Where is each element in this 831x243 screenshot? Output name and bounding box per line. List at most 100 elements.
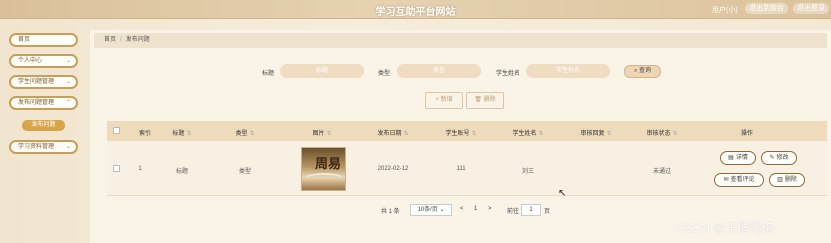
current-page-number[interactable]: 1 bbox=[474, 206, 477, 212]
plus-icon: + bbox=[435, 97, 439, 103]
search-icon: ⌕ bbox=[633, 68, 638, 74]
student-filter-label: 学生姓名 bbox=[496, 71, 521, 77]
sidebar-item-personal-center[interactable]: 个人中心 ⌄ bbox=[9, 54, 78, 68]
edit-icon: ✎ bbox=[769, 155, 775, 161]
sort-icon: ⇅ bbox=[606, 131, 612, 137]
breadcrumb: 首页 / 发布问题 bbox=[94, 33, 827, 48]
site-title: 学习互助平台网站 bbox=[375, 7, 456, 18]
edit-button[interactable]: ✎ 修改 bbox=[761, 151, 797, 165]
sidebar: 首页 个人中心 ⌄ 学生问题管理 ⌄ 发布问题管理 ⌃ 发布问题 学习资料管理 … bbox=[0, 19, 86, 243]
column-header-label: 图片 bbox=[312, 131, 325, 137]
page-size-select[interactable]: 10条/页 ⌄ bbox=[410, 204, 452, 216]
row-delete-button[interactable]: ▥ 删除 bbox=[769, 173, 805, 187]
top-bar: 学习互助平台网站 用户(小) 退出到前台 退出登录 bbox=[0, 0, 831, 19]
chevron-down-icon: ⌄ bbox=[439, 207, 445, 213]
table-row: 1 标题 类型 周易 2022-02-12 111 刘三 未通过 ▤ 详情 ✎ 修改… bbox=[107, 141, 827, 196]
sidebar-item-student-questions[interactable]: 学生问题管理 ⌄ bbox=[9, 75, 78, 89]
cell-status: 未通过 bbox=[652, 169, 671, 175]
delete-button-label: 删除 bbox=[483, 97, 496, 103]
sort-icon: ⇅ bbox=[538, 131, 544, 137]
column-header-label: 审核回复 bbox=[580, 131, 605, 137]
view-comments-button[interactable]: ✉ 查看评论 bbox=[714, 173, 764, 187]
details-button-label: 详情 bbox=[735, 155, 748, 161]
column-header-status[interactable]: 审核状态 ⇅ bbox=[638, 128, 686, 137]
cell-index: 1 bbox=[138, 166, 142, 172]
sort-icon: ⇅ bbox=[249, 131, 255, 137]
cell-type: 类型 bbox=[238, 169, 251, 175]
chevron-down-icon: ⌄ bbox=[65, 58, 71, 64]
sort-icon: ⇅ bbox=[672, 131, 678, 137]
column-header-label: 学生姓名 bbox=[512, 131, 537, 137]
column-header-student-name[interactable]: 学生姓名 ⇅ bbox=[504, 128, 552, 137]
sidebar-item-published-questions[interactable]: 发布问题管理 ⌃ bbox=[9, 96, 78, 110]
document-icon: ▤ bbox=[728, 155, 734, 161]
sidebar-item-label: 发布问题管理 bbox=[18, 100, 55, 106]
student-name-search-input[interactable]: 学生姓名 bbox=[526, 64, 610, 78]
column-header-title[interactable]: 标题 ⇅ bbox=[162, 128, 202, 137]
column-header-index: 索引 bbox=[138, 131, 151, 137]
chevron-up-icon: ⌃ bbox=[65, 100, 71, 106]
column-header-label: 标题 bbox=[172, 131, 185, 137]
sort-icon: ⇅ bbox=[471, 131, 477, 137]
breadcrumb-separator: / bbox=[120, 37, 122, 43]
column-header-account[interactable]: 学生账号 ⇅ bbox=[437, 128, 485, 137]
column-header-reply[interactable]: 审核回复 ⇅ bbox=[572, 128, 620, 137]
page-size-value: 10条/页 bbox=[417, 207, 438, 213]
sidebar-item-study-materials[interactable]: 学习资料管理 ⌄ bbox=[9, 140, 78, 154]
chevron-down-icon: ⌄ bbox=[65, 79, 71, 85]
sort-icon: ⇅ bbox=[403, 131, 409, 137]
delete-button[interactable]: 🗑 删除 bbox=[466, 92, 504, 109]
column-header-date[interactable]: 发布日期 ⇅ bbox=[369, 128, 417, 137]
type-search-input[interactable]: 类型 bbox=[397, 64, 481, 78]
page-unit-label: 页 bbox=[544, 209, 551, 215]
row-checkbox[interactable] bbox=[113, 165, 120, 172]
column-header-operations: 操作 bbox=[740, 131, 753, 137]
exit-to-front-button[interactable]: 退出到前台 bbox=[745, 3, 788, 14]
breadcrumb-current: 发布问题 bbox=[125, 37, 150, 43]
breadcrumb-home[interactable]: 首页 bbox=[104, 37, 116, 43]
next-page-button[interactable]: > bbox=[488, 206, 492, 212]
column-header-image[interactable]: 图片 ⇅ bbox=[302, 128, 342, 137]
trash-icon: ▥ bbox=[777, 177, 783, 183]
book-cover-title: 周易 bbox=[314, 157, 341, 172]
column-header-label: 审核状态 bbox=[646, 131, 671, 137]
goto-page-input[interactable]: 1 bbox=[521, 204, 541, 216]
goto-label: 前往 bbox=[507, 209, 520, 215]
details-button[interactable]: ▤ 详情 bbox=[720, 151, 756, 165]
sidebar-subitem-publish-question[interactable]: 发布问题 bbox=[22, 120, 65, 131]
sidebar-item-label: 学习资料管理 bbox=[18, 144, 55, 150]
column-header-label: 发布日期 bbox=[377, 131, 402, 137]
main-panel: 首页 / 发布问题 标题 标题 类型 类型 学生姓名 学生姓名 ⌕ 查询 + 新增 … bbox=[90, 30, 831, 243]
view-comments-button-label: 查看评论 bbox=[730, 177, 755, 183]
sidebar-item-home[interactable]: 首页 bbox=[9, 33, 78, 47]
column-header-type[interactable]: 类型 ⇅ bbox=[225, 128, 265, 137]
sidebar-item-label: 首页 bbox=[18, 37, 31, 43]
row-delete-button-label: 删除 bbox=[784, 177, 797, 183]
edit-button-label: 修改 bbox=[776, 155, 789, 161]
logout-button[interactable]: 退出登录 bbox=[793, 3, 829, 14]
column-header-label: 学生账号 bbox=[445, 131, 470, 137]
add-button-label: 新增 bbox=[440, 97, 453, 103]
search-button-label: 查询 bbox=[639, 68, 652, 74]
prev-page-button[interactable]: < bbox=[460, 206, 464, 212]
wave-decoration bbox=[305, 173, 343, 183]
chevron-down-icon: ⌄ bbox=[65, 144, 71, 150]
mouse-cursor-icon: ↖ bbox=[558, 188, 567, 199]
cell-title: 标题 bbox=[175, 169, 188, 175]
table-header: 索引 标题 ⇅ 类型 ⇅ 图片 ⇅ 发布日期 ⇅ 学生账号 ⇅ 学生姓名 ⇅ 审核回复 ⇅ 审… bbox=[107, 121, 827, 141]
select-all-checkbox[interactable] bbox=[113, 127, 120, 134]
pagination-total: 共 1 条 bbox=[381, 209, 400, 215]
title-filter-label: 标题 bbox=[262, 71, 275, 77]
cell-date: 2022-02-12 bbox=[377, 166, 409, 172]
cell-student-name: 刘三 bbox=[521, 169, 534, 175]
search-button[interactable]: ⌕ 查询 bbox=[624, 65, 661, 78]
title-search-input[interactable]: 标题 bbox=[280, 64, 364, 78]
cell-account: 111 bbox=[456, 166, 466, 172]
type-filter-label: 类型 bbox=[378, 71, 391, 77]
question-image: 周易 bbox=[301, 147, 346, 191]
add-button[interactable]: + 新增 bbox=[425, 92, 463, 109]
watermark: CSDN @王倩网络 bbox=[676, 221, 774, 235]
column-header-label: 类型 bbox=[235, 131, 248, 137]
sort-icon: ⇅ bbox=[186, 131, 192, 137]
sidebar-item-label: 个人中心 bbox=[18, 58, 43, 64]
